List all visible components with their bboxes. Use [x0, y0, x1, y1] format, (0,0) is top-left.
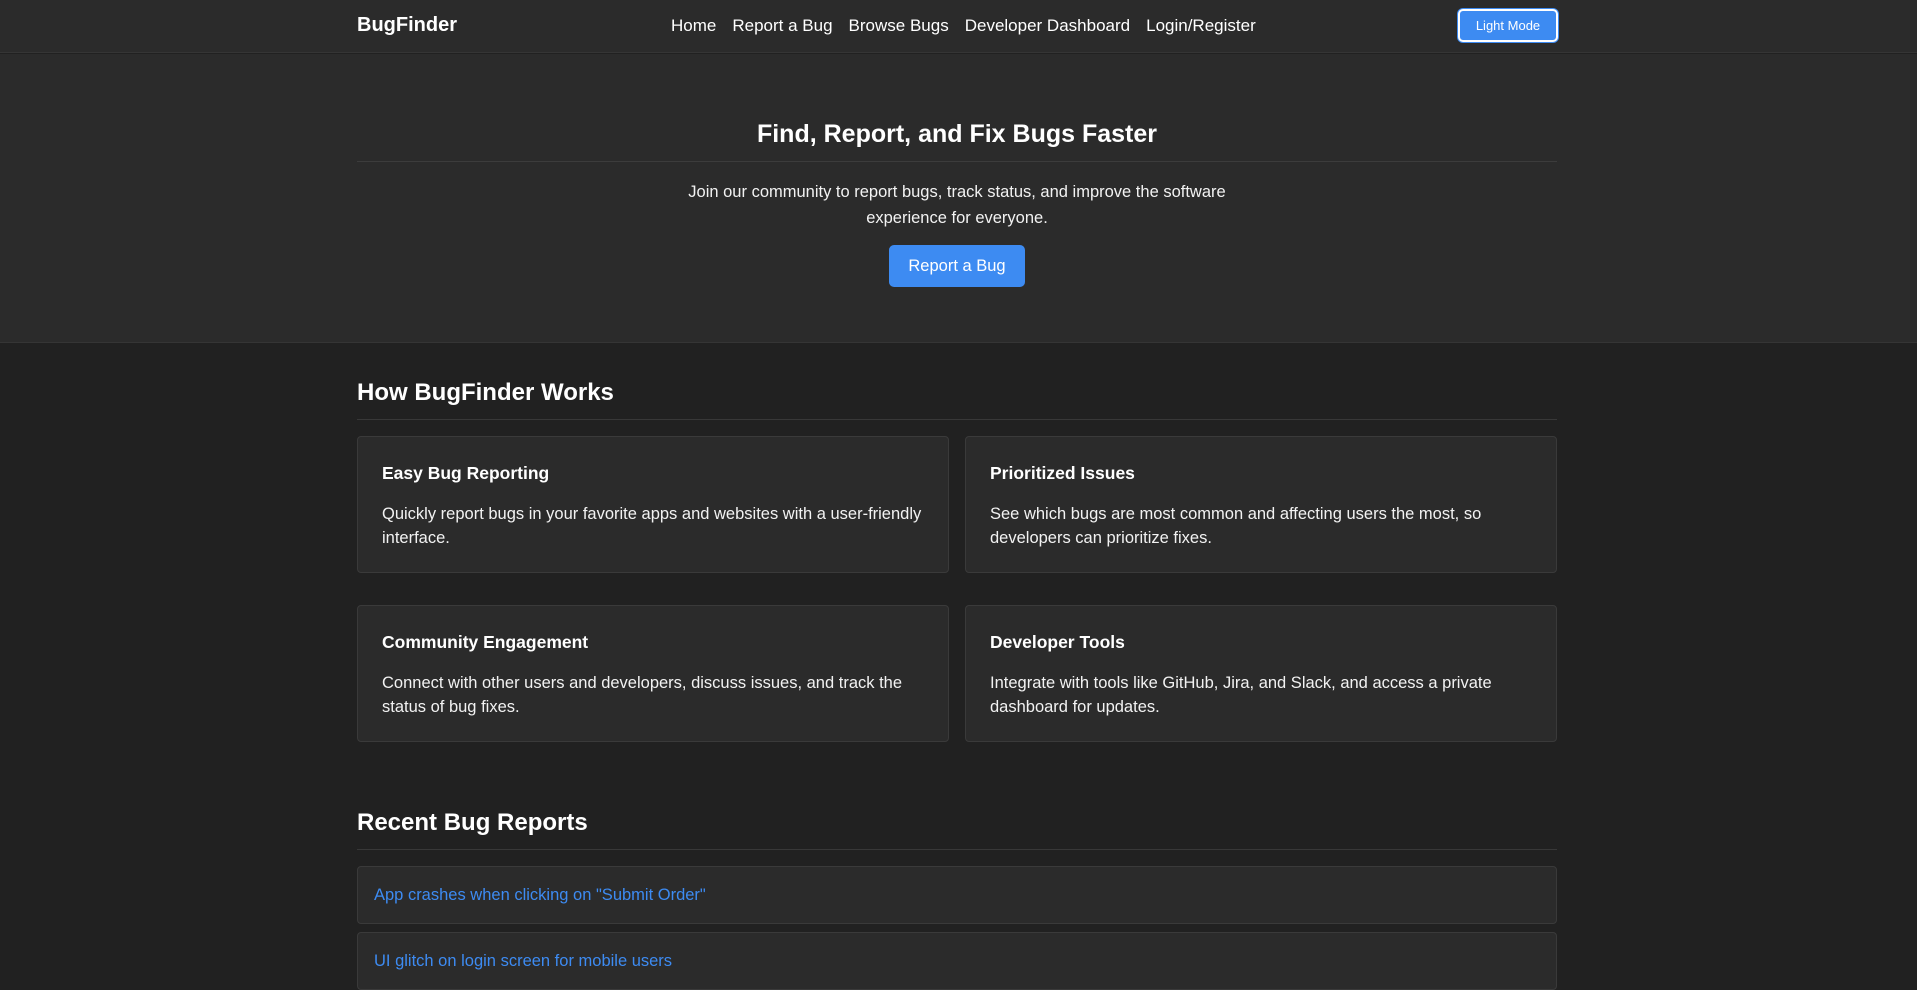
nav-login-register[interactable]: Login/Register [1146, 16, 1256, 36]
feature-card-prioritized-issues: Prioritized Issues See which bugs are mo… [965, 436, 1557, 573]
recent-section-divider [357, 849, 1557, 850]
nav-developer-dashboard[interactable]: Developer Dashboard [965, 16, 1130, 36]
feature-card-title: Community Engagement [382, 632, 589, 652]
brand-logo[interactable]: BugFinder [357, 14, 457, 37]
bug-report-link[interactable]: App crashes when clicking on "Submit Ord… [374, 886, 706, 905]
recent-section-title: Recent Bug Reports [357, 809, 588, 836]
nav-browse-bugs[interactable]: Browse Bugs [849, 16, 949, 36]
feature-card-developer-tools: Developer Tools Integrate with tools lik… [965, 605, 1557, 742]
hero-section: Find, Report, and Fix Bugs Faster Join o… [0, 54, 1917, 343]
light-mode-button[interactable]: Light Mode [1458, 9, 1558, 42]
nav-report-bug[interactable]: Report a Bug [732, 16, 832, 36]
hero-title: Find, Report, and Fix Bugs Faster [756, 120, 1158, 148]
main-nav: Home Report a Bug Browse Bugs Developer … [671, 16, 1256, 36]
feature-card-desc: Quickly report bugs in your favorite app… [382, 505, 922, 547]
feature-card-easy-reporting: Easy Bug Reporting Quickly report bugs i… [357, 436, 949, 573]
how-section-divider [357, 419, 1557, 420]
hero-text: Join our community to report bugs, track… [688, 183, 1226, 227]
bug-report-link[interactable]: UI glitch on login screen for mobile use… [374, 952, 672, 971]
list-item: App crashes when clicking on "Submit Ord… [357, 866, 1557, 924]
feature-card-title: Developer Tools [990, 632, 1125, 652]
list-item: UI glitch on login screen for mobile use… [357, 932, 1557, 990]
nav-home[interactable]: Home [671, 16, 716, 36]
feature-card-community-engagement: Community Engagement Connect with other … [357, 605, 949, 742]
feature-card-desc: See which bugs are most common and affec… [990, 505, 1482, 547]
report-bug-button[interactable]: Report a Bug [889, 245, 1025, 287]
feature-card-desc: Integrate with tools like GitHub, Jira, … [990, 674, 1492, 716]
hero-divider [357, 161, 1557, 162]
how-section-title: How BugFinder Works [357, 379, 614, 406]
feature-card-title: Prioritized Issues [990, 463, 1135, 483]
site-header: BugFinder Home Report a Bug Browse Bugs … [0, 0, 1917, 53]
feature-card-desc: Connect with other users and developers,… [382, 674, 903, 716]
feature-card-title: Easy Bug Reporting [382, 463, 550, 483]
